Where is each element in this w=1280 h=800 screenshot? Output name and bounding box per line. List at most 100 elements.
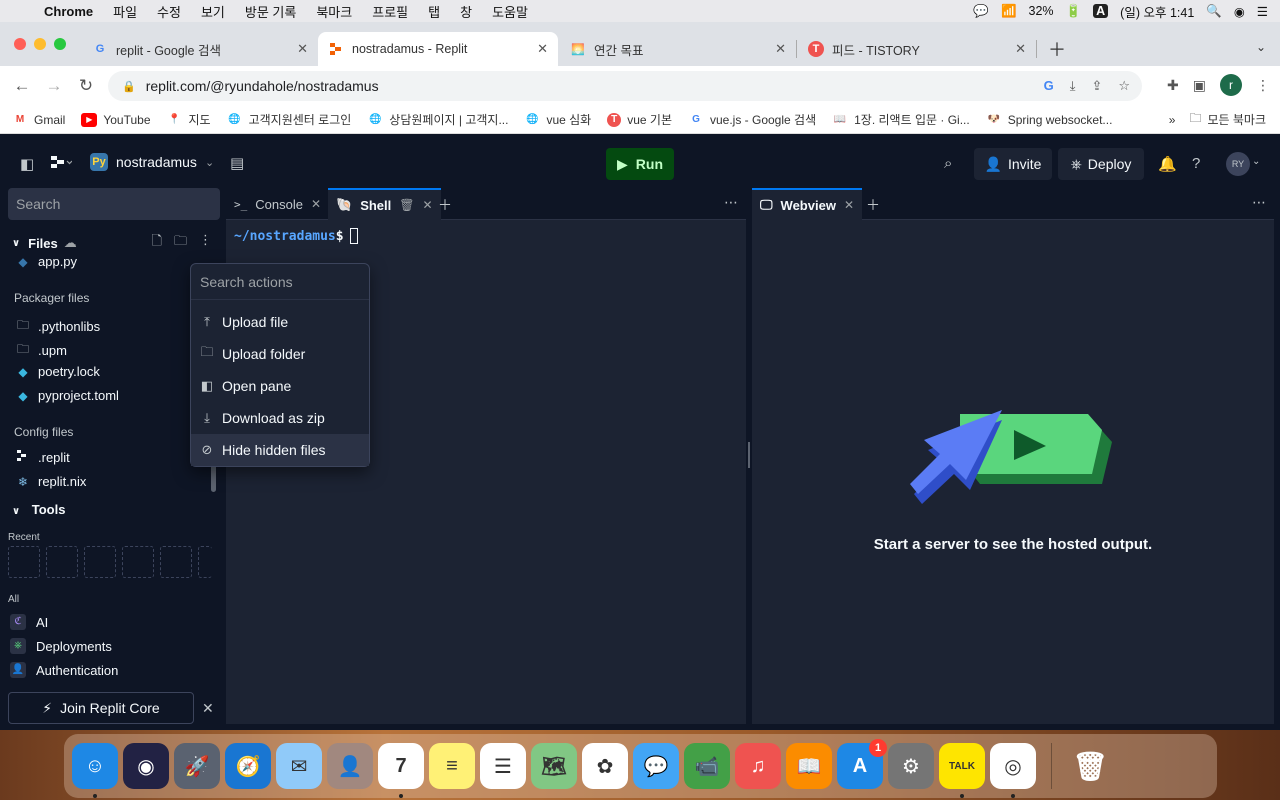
recent-tool-slot[interactable] bbox=[84, 546, 116, 578]
replit-logo-menu[interactable] bbox=[50, 154, 73, 174]
chevron-down-icon[interactable]: ⌄ bbox=[1252, 156, 1260, 167]
dock-app-trash[interactable]: 🗑 bbox=[1067, 743, 1113, 789]
dock-app-messages[interactable]: 💬 bbox=[633, 743, 679, 789]
dock-app-safari[interactable]: 🧭 bbox=[225, 743, 271, 789]
new-tab-icon[interactable]: ＋ bbox=[1048, 36, 1066, 62]
forward-arrow-icon[interactable]: → bbox=[38, 76, 70, 96]
minimize-window-button[interactable] bbox=[34, 38, 46, 50]
file-item-app-py[interactable]: ◆ app.py bbox=[16, 254, 77, 269]
profile-avatar[interactable]: r bbox=[1220, 74, 1242, 96]
menu-edit[interactable]: 수정 bbox=[147, 2, 191, 21]
dock-app-facetime[interactable]: 📹 bbox=[684, 743, 730, 789]
dock-app-siri[interactable]: ◉ bbox=[123, 743, 169, 789]
chrome-menu-icon[interactable]: ⋮ bbox=[1256, 77, 1270, 94]
chevron-double-right-icon[interactable]: » bbox=[1169, 113, 1176, 127]
sidebar-search-input[interactable]: Search bbox=[8, 188, 220, 220]
extensions-puzzle-icon[interactable]: ✚ bbox=[1167, 77, 1179, 94]
menu-bookmarks[interactable]: 북마크 bbox=[306, 2, 362, 21]
file-item-poetry-lock[interactable]: ◆ poetry.lock bbox=[16, 364, 100, 379]
new-folder-icon[interactable]: 🗀 bbox=[174, 232, 187, 254]
upload-file-menu-item[interactable]: ⤒ Upload file bbox=[191, 306, 369, 338]
wifi-icon[interactable]: 📶 bbox=[1001, 4, 1017, 19]
chat-bubble-icon[interactable]: 💬 bbox=[973, 4, 989, 19]
files-section-header[interactable]: ∨ Files ☁ 🗋 🗀 ⋮ bbox=[12, 232, 212, 254]
menu-tab[interactable]: 탭 bbox=[418, 2, 450, 21]
bookmark-star-icon[interactable]: ☆ bbox=[1118, 78, 1130, 94]
install-app-icon[interactable]: ⤓ bbox=[1070, 78, 1076, 94]
close-tab-icon[interactable]: ✕ bbox=[423, 198, 433, 212]
bookmark-vue-advanced[interactable]: 🌐 vue 심화 bbox=[524, 111, 591, 128]
dock-app-photos[interactable]: ✿ bbox=[582, 743, 628, 789]
menu-history[interactable]: 방문 기록 bbox=[235, 2, 306, 21]
browser-tab-replit[interactable]: nostradamus - Replit ✕ bbox=[318, 32, 558, 66]
recent-tool-slot[interactable] bbox=[198, 546, 212, 578]
lock-icon[interactable]: 🔒 bbox=[122, 80, 136, 93]
bookmark-gmail[interactable]: M Gmail bbox=[12, 113, 66, 127]
close-tab-icon[interactable]: ✕ bbox=[537, 41, 548, 57]
dock-app-kakaotalk[interactable]: TALK bbox=[939, 743, 985, 798]
address-bar[interactable]: 🔒 replit.com/@ryundahole/nostradamus G ⤓… bbox=[108, 71, 1142, 101]
tools-section-header[interactable]: ∨ Tools bbox=[12, 502, 65, 517]
bookmark-maps[interactable]: 📍 지도 bbox=[167, 111, 210, 128]
share-icon[interactable]: ⇪ bbox=[1091, 78, 1102, 94]
close-tab-icon[interactable]: ✕ bbox=[844, 198, 854, 212]
back-arrow-icon[interactable]: ← bbox=[6, 76, 38, 96]
siri-icon[interactable]: ◉ bbox=[1234, 4, 1245, 19]
bookmark-vue-basic[interactable]: Tvue 기본 bbox=[607, 111, 672, 128]
side-panel-icon[interactable]: ▣ bbox=[1193, 77, 1206, 94]
bookmark-agent-page[interactable]: 🌐 상담원페이지 | 고객지... bbox=[367, 111, 508, 128]
upload-folder-menu-item[interactable]: 🗀 Upload folder bbox=[191, 338, 369, 370]
zoom-window-button[interactable] bbox=[54, 38, 66, 50]
control-center-icon[interactable]: ☰ bbox=[1257, 4, 1268, 19]
bell-icon[interactable]: 🔔 bbox=[1158, 155, 1177, 173]
bookmark-support-login[interactable]: 🌐 고객지원센터 로그인 bbox=[227, 111, 351, 128]
menu-file[interactable]: 파일 bbox=[103, 2, 147, 21]
bookmark-spring-websocket[interactable]: 🐶 Spring websocket... bbox=[986, 113, 1112, 127]
add-tab-icon[interactable]: ＋ bbox=[438, 195, 452, 215]
hide-hidden-files-menu-item[interactable]: ⊘ Hide hidden files bbox=[191, 434, 369, 466]
close-tab-icon[interactable]: ✕ bbox=[775, 41, 786, 57]
tool-ai[interactable]: ℭ AI bbox=[10, 614, 48, 630]
dock-app-app-store[interactable]: A1 bbox=[837, 739, 887, 789]
dock-app-maps[interactable]: 🗺 bbox=[531, 743, 577, 789]
tool-authentication[interactable]: 👤 Authentication bbox=[10, 662, 118, 678]
tool-deployments[interactable]: ⎈ Deployments bbox=[10, 638, 112, 654]
new-file-icon[interactable]: 🗋 bbox=[152, 232, 162, 254]
close-tab-icon[interactable]: ✕ bbox=[1015, 41, 1026, 57]
recent-tool-slot[interactable] bbox=[46, 546, 78, 578]
dock-app-finder[interactable]: ☺ bbox=[72, 743, 118, 798]
invite-button[interactable]: 👤 Invite bbox=[974, 148, 1052, 180]
recent-tool-slot[interactable] bbox=[122, 546, 154, 578]
file-item-replit[interactable]: .replit bbox=[16, 450, 70, 465]
dock-app-mail[interactable]: ✉ bbox=[276, 743, 322, 789]
file-item-pythonlibs[interactable]: 🗀 .pythonlibs bbox=[16, 316, 100, 337]
dock-app-chrome[interactable]: ◎ bbox=[990, 743, 1036, 798]
search-icon[interactable]: ⌕ bbox=[944, 155, 952, 172]
deploy-button[interactable]: ⎈ Deploy bbox=[1058, 148, 1144, 180]
more-horizontal-icon[interactable]: ⋯ bbox=[724, 194, 738, 211]
shell-prompt[interactable]: ~/nostradamus $ bbox=[234, 228, 358, 244]
bookmark-youtube[interactable]: ▶ YouTube bbox=[81, 112, 151, 127]
menu-help[interactable]: 도움말 bbox=[482, 2, 538, 21]
tab-console[interactable]: >_ Console ✕ bbox=[226, 188, 329, 220]
menu-app-name[interactable]: Chrome bbox=[40, 4, 103, 19]
dock-app-system-preferences[interactable]: ⚙ bbox=[888, 743, 934, 789]
menu-window[interactable]: 창 bbox=[450, 2, 482, 21]
close-tab-icon[interactable]: ✕ bbox=[311, 197, 321, 211]
menu-view[interactable]: 보기 bbox=[191, 2, 235, 21]
tab-webview[interactable]: 🖵 Webview ✕ bbox=[752, 188, 862, 220]
download-zip-menu-item[interactable]: ⤓ Download as zip bbox=[191, 402, 369, 434]
browser-tab-annual-goals[interactable]: 🌅 연간 목표 ✕ bbox=[560, 32, 797, 66]
file-item-upm[interactable]: 🗀 .upm bbox=[16, 340, 67, 361]
all-bookmarks-folder[interactable]: 🗀 모든 북마크 bbox=[1189, 109, 1266, 130]
pane-resize-handle[interactable] bbox=[748, 442, 750, 468]
menubar-clock[interactable]: (일) 오후 1:41 bbox=[1120, 2, 1194, 21]
file-item-pyproject-toml[interactable]: ◆ pyproject.toml bbox=[16, 388, 119, 403]
dock-app-contacts[interactable]: 👤 bbox=[327, 743, 373, 789]
help-icon[interactable]: ? bbox=[1192, 155, 1200, 172]
recent-tool-slot[interactable] bbox=[160, 546, 192, 578]
browser-tab-tistory[interactable]: T 피드 - TISTORY ✕ bbox=[798, 32, 1037, 66]
bookmark-vuejs-search[interactable]: Gvue.js - Google 검색 bbox=[688, 111, 816, 128]
dock-app-reminders[interactable]: ☰ bbox=[480, 743, 526, 789]
battery-icon[interactable]: 🔋 bbox=[1066, 4, 1082, 19]
